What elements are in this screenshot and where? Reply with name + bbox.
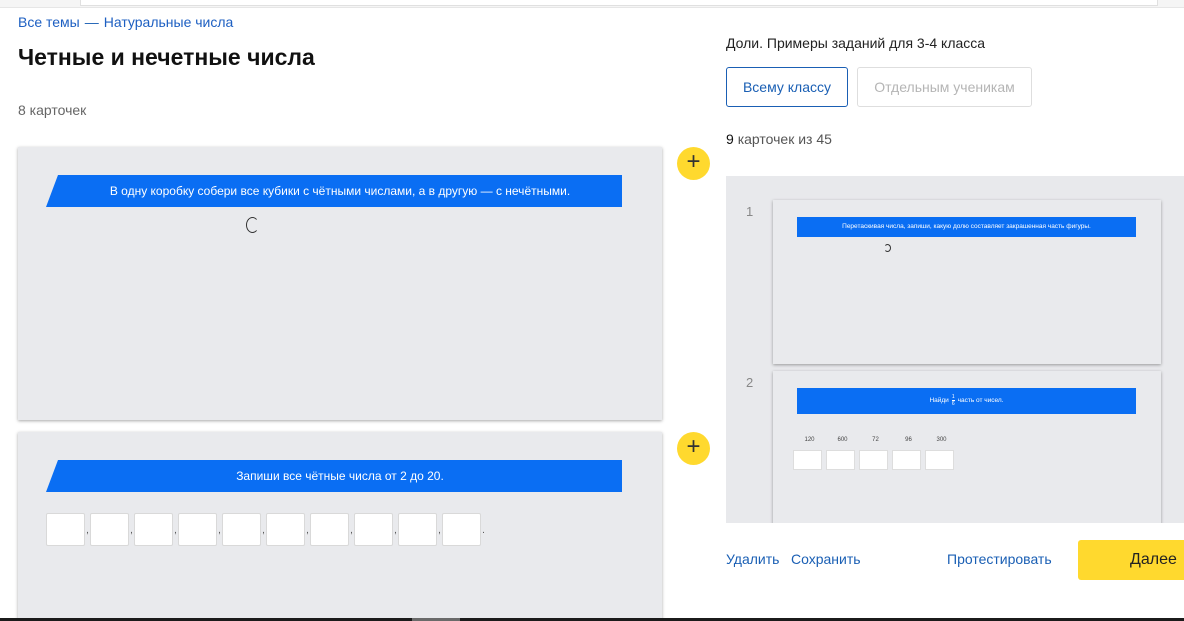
preview-card-banner: Найди1 6 часть от чисел. [797, 388, 1136, 414]
card-count: 8 карточек [18, 102, 87, 118]
answer-input[interactable] [442, 513, 481, 546]
loading-spinner-icon [246, 217, 259, 233]
add-card-button[interactable]: + [677, 147, 710, 180]
breadcrumb-separator: — [84, 14, 99, 30]
period: . [482, 525, 485, 536]
breadcrumb-current-link[interactable]: Натуральные числа [104, 14, 234, 30]
test-link[interactable]: Протестировать [947, 551, 1052, 567]
answer-input[interactable] [266, 513, 305, 546]
preview-numbers: 120 600 72 96 300 [793, 437, 958, 443]
preview-answer-box [826, 450, 855, 470]
preview-answer-box [925, 450, 954, 470]
tab-individual-students[interactable]: Отдельным ученикам [857, 67, 1032, 107]
breadcrumb-root-link[interactable]: Все темы [18, 14, 80, 30]
selected-count: 9 карточек из 45 [726, 131, 832, 147]
tab-all-class[interactable]: Всему классу [726, 67, 848, 107]
answer-input[interactable] [398, 513, 437, 546]
loading-spinner-icon [884, 244, 891, 252]
preview-card-1[interactable]: Перетаскивая числа, запиши, какую долю с… [773, 200, 1161, 364]
preview-answer-boxes [793, 450, 958, 470]
breadcrumb: Все темы — Натуральные числа [18, 14, 233, 30]
preview-answer-box [793, 450, 822, 470]
answer-input[interactable] [134, 513, 173, 546]
next-button[interactable]: Далее [1078, 540, 1184, 580]
fraction: 16 [951, 393, 955, 407]
preview-card-banner: Перетаскивая числа, запиши, какую долю с… [797, 217, 1136, 237]
preview-number: 600 [837, 437, 848, 443]
selected-count-text: карточек из 45 [737, 131, 832, 147]
add-card-button[interactable]: + [677, 432, 710, 465]
answer-input[interactable] [222, 513, 261, 546]
preview-panel[interactable]: 1 Перетаскивая числа, запиши, какую долю… [726, 176, 1184, 523]
save-link[interactable]: Сохранить [791, 551, 861, 567]
preview-number: 72 [872, 437, 879, 443]
top-strip-inner [80, 0, 1158, 6]
answer-input[interactable] [178, 513, 217, 546]
task-card-1[interactable]: В одну коробку собери все кубики с чётны… [18, 147, 662, 420]
banner-prefix: Найди [929, 397, 949, 404]
answer-input[interactable] [46, 513, 85, 546]
answer-input[interactable] [310, 513, 349, 546]
banner-suffix: часть от чисел. [957, 397, 1004, 404]
page-title: Четные и нечетные числа [18, 44, 315, 70]
preview-card-number: 2 [746, 375, 754, 390]
preview-card-number: 1 [746, 204, 754, 219]
sample-set-title: Доли. Примеры заданий для 3-4 класса [726, 35, 986, 51]
task-card-2[interactable]: Запиши все чётные числа от 2 до 20. , , … [18, 432, 662, 621]
preview-number: 120 [804, 437, 815, 443]
answer-input[interactable] [354, 513, 393, 546]
task-card-banner: В одну коробку собери все кубики с чётны… [46, 175, 622, 207]
answer-row: , , , , , , , , , . [46, 513, 486, 546]
preview-number: 300 [936, 437, 947, 443]
top-strip [0, 0, 1184, 8]
fraction-denominator: 6 [951, 400, 955, 407]
preview-number: 96 [905, 437, 912, 443]
preview-answer-box [859, 450, 888, 470]
delete-link[interactable]: Удалить [726, 551, 779, 567]
fraction-numerator: 1 [951, 393, 955, 400]
selected-count-number: 9 [726, 131, 734, 147]
answer-input[interactable] [90, 513, 129, 546]
task-card-banner: Запиши все чётные числа от 2 до 20. [46, 460, 622, 492]
preview-card-2[interactable]: Найди1 6 часть от чисел. 120 600 72 96 300 [773, 371, 1161, 523]
preview-answer-box [892, 450, 921, 470]
